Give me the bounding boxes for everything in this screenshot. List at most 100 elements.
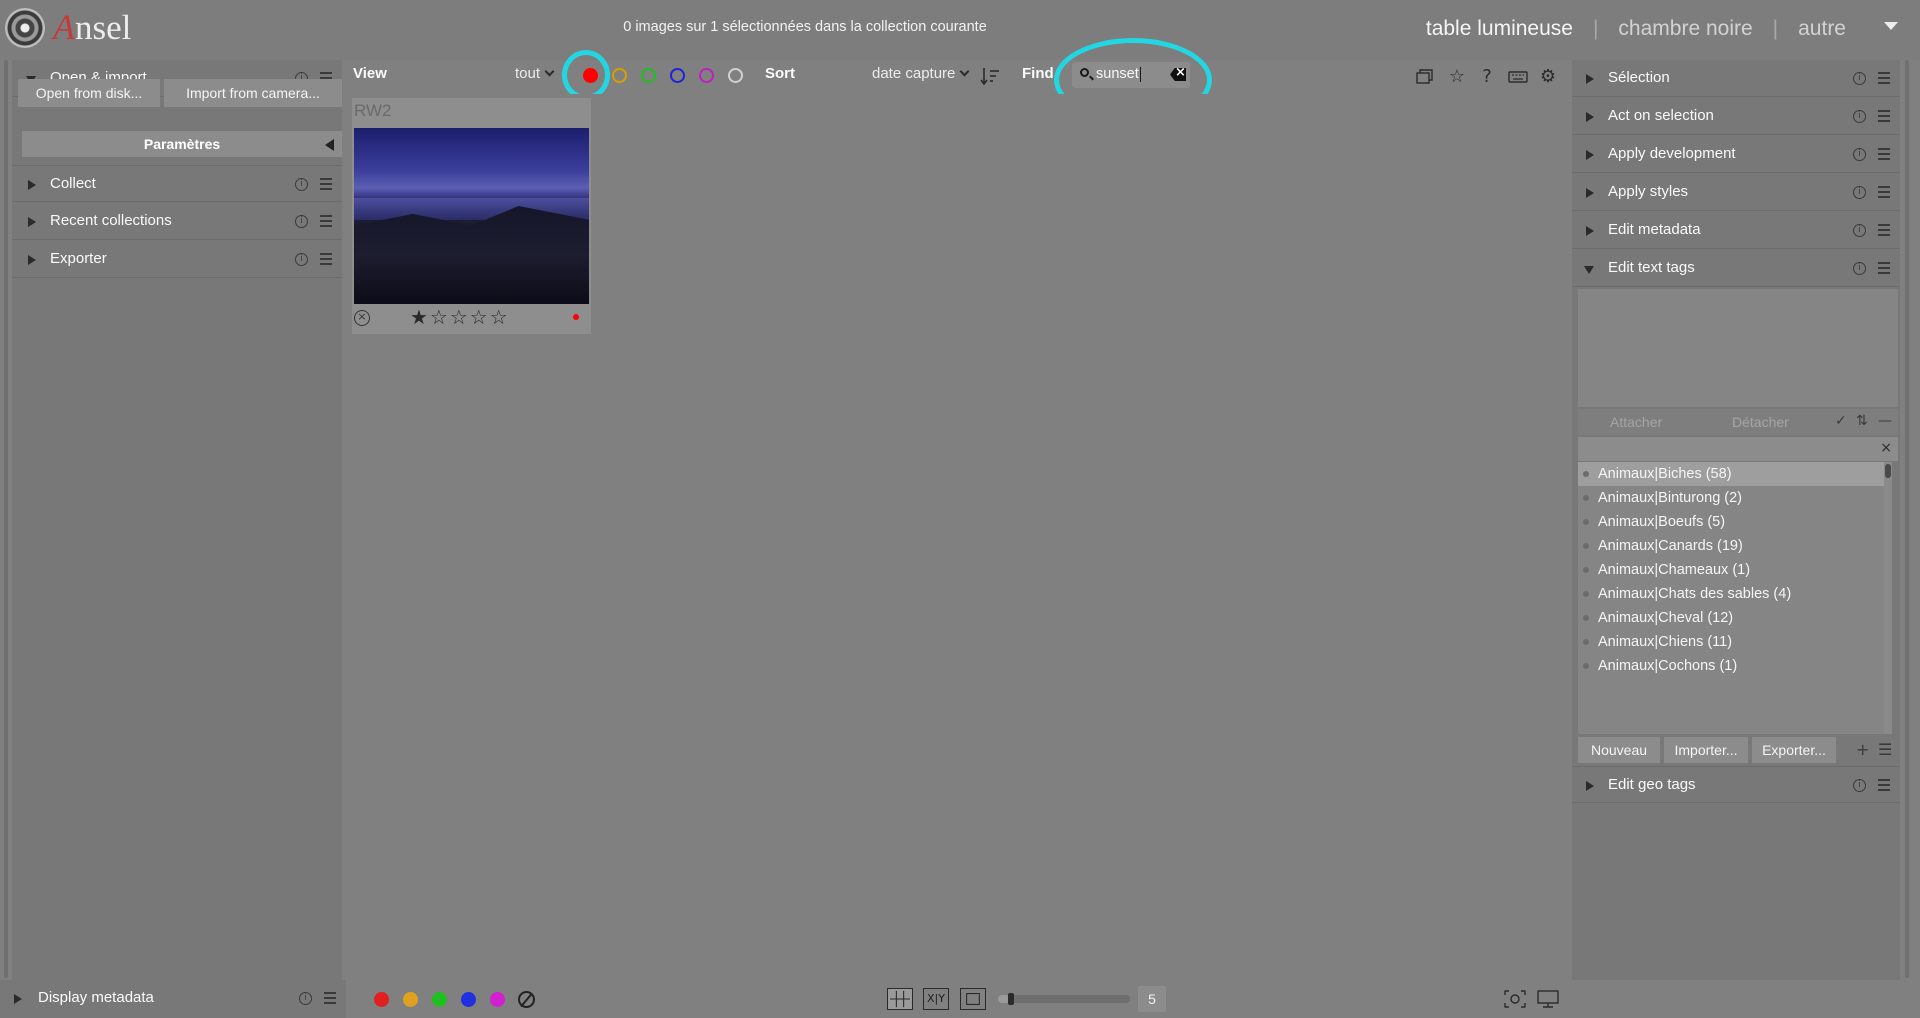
- list-item[interactable]: Animaux|Canards (19): [1578, 534, 1884, 558]
- thumbnail-image[interactable]: [354, 128, 589, 304]
- scrollbar-thumb[interactable]: [1885, 464, 1891, 478]
- info-icon[interactable]: i: [1853, 110, 1866, 123]
- chevron-down-icon[interactable]: [1884, 22, 1898, 30]
- module-edit-metadata[interactable]: Edit metadata i: [1572, 212, 1900, 249]
- hamburger-menu-icon[interactable]: [324, 992, 336, 1004]
- star-overlay-icon[interactable]: ☆: [1447, 67, 1467, 87]
- filemanager-layout-icon[interactable]: [887, 988, 913, 1010]
- reject-icon[interactable]: ×: [354, 310, 370, 326]
- color-label-green-button[interactable]: [432, 992, 447, 1007]
- zoom-slider[interactable]: [998, 993, 1130, 1005]
- attached-tags-list[interactable]: [1578, 289, 1898, 407]
- hamburger-menu-icon[interactable]: [1878, 186, 1890, 198]
- color-label-blue-button[interactable]: [461, 992, 476, 1007]
- view-darkroom[interactable]: chambre noire: [1618, 17, 1752, 41]
- module-display-metadata[interactable]: Display metadata i: [0, 980, 346, 1018]
- tree-view-icon[interactable]: ☰: [1878, 740, 1892, 759]
- culling-layout-icon[interactable]: X|Y: [923, 988, 949, 1010]
- focus-peaking-icon[interactable]: [1504, 990, 1526, 1008]
- color-filter-gray[interactable]: [728, 68, 743, 83]
- info-icon[interactable]: i: [295, 178, 308, 191]
- image-thumbnail[interactable]: RW2 × ★☆☆☆☆: [352, 98, 591, 334]
- module-recent-collections[interactable]: Recent collections i: [12, 203, 342, 240]
- info-icon[interactable]: i: [1853, 262, 1866, 275]
- left-panel-scrollbar[interactable]: [4, 60, 8, 978]
- info-icon[interactable]: i: [1853, 224, 1866, 237]
- clear-color-labels-icon[interactable]: [518, 991, 535, 1008]
- module-exporter[interactable]: Exporter i: [12, 241, 342, 278]
- plus-icon[interactable]: +: [1856, 740, 1869, 759]
- sort-toggle-icon[interactable]: ⇅: [1856, 413, 1868, 429]
- info-icon[interactable]: i: [1853, 72, 1866, 85]
- view-other[interactable]: autre: [1798, 17, 1846, 41]
- list-item[interactable]: Animaux|Binturong (2): [1578, 486, 1884, 510]
- module-edit-text-tags[interactable]: Edit text tags i: [1572, 250, 1900, 287]
- parametres-toggle[interactable]: Paramètres: [22, 131, 342, 157]
- color-filter-purple[interactable]: [699, 68, 714, 83]
- tag-list-scrollbar[interactable]: [1884, 462, 1892, 734]
- info-icon[interactable]: i: [1853, 186, 1866, 199]
- import-from-camera-button[interactable]: Import from camera...: [164, 79, 342, 107]
- info-icon[interactable]: i: [295, 215, 308, 228]
- hamburger-menu-icon[interactable]: [1878, 779, 1890, 791]
- hamburger-menu-icon[interactable]: [1878, 148, 1890, 160]
- hamburger-menu-icon[interactable]: [1878, 262, 1890, 274]
- color-label-red-button[interactable]: [374, 992, 389, 1007]
- list-item[interactable]: Animaux|Chiens (11): [1578, 630, 1884, 654]
- color-filter-blue[interactable]: [670, 68, 685, 83]
- module-apply-styles[interactable]: Apply styles i: [1572, 174, 1900, 211]
- help-icon[interactable]: ?: [1477, 67, 1497, 87]
- attach-button[interactable]: Attacher: [1610, 414, 1662, 430]
- detach-button[interactable]: Détacher: [1732, 414, 1789, 430]
- view-lighttable[interactable]: table lumineuse: [1426, 17, 1573, 41]
- grouping-icon[interactable]: [1415, 67, 1435, 87]
- info-icon[interactable]: i: [1853, 779, 1866, 792]
- keyboard-shortcuts-icon[interactable]: [1508, 67, 1528, 87]
- view-filter-dropdown[interactable]: tout: [515, 65, 555, 82]
- hamburger-menu-icon[interactable]: [320, 215, 332, 227]
- color-label-purple-button[interactable]: [490, 992, 505, 1007]
- preview-layout-icon[interactable]: [960, 988, 986, 1010]
- list-item[interactable]: Animaux|Cochons (1): [1578, 654, 1884, 678]
- list-item[interactable]: Animaux|Chameaux (1): [1578, 558, 1884, 582]
- display-monitor-icon[interactable]: [1537, 990, 1559, 1008]
- sort-order-icon[interactable]: [980, 67, 1000, 85]
- minus-icon[interactable]: —: [1878, 413, 1892, 429]
- hamburger-menu-icon[interactable]: [320, 178, 332, 190]
- new-tag-button[interactable]: Nouveau: [1578, 737, 1660, 763]
- module-apply-development[interactable]: Apply development i: [1572, 136, 1900, 173]
- zoom-value-field[interactable]: 5: [1138, 986, 1166, 1012]
- color-label-yellow-button[interactable]: [403, 992, 418, 1007]
- list-item[interactable]: Animaux|Chats des sables (4): [1578, 582, 1884, 606]
- hamburger-menu-icon[interactable]: [1878, 110, 1890, 122]
- module-selection[interactable]: Sélection i: [1572, 60, 1900, 97]
- info-icon[interactable]: i: [299, 992, 312, 1005]
- tag-dictionary-list[interactable]: Animaux|Biches (58) Animaux|Binturong (2…: [1578, 462, 1884, 734]
- import-tags-button[interactable]: Importer...: [1664, 737, 1748, 763]
- module-edit-geo-tags[interactable]: Edit geo tags i: [1572, 766, 1900, 803]
- right-panel-scrollbar[interactable]: [1905, 60, 1909, 978]
- hamburger-menu-icon[interactable]: [1878, 224, 1890, 236]
- open-from-disk-button[interactable]: Open from disk...: [18, 79, 160, 107]
- info-icon[interactable]: i: [1853, 148, 1866, 161]
- sort-dropdown[interactable]: date capture: [872, 65, 970, 82]
- export-tags-button[interactable]: Exporter...: [1752, 737, 1836, 763]
- gear-icon[interactable]: ⚙: [1538, 67, 1558, 87]
- star-rating[interactable]: ★☆☆☆☆: [410, 305, 510, 329]
- checkmark-icon[interactable]: ✓: [1835, 413, 1847, 429]
- color-filter-yellow[interactable]: [612, 68, 627, 83]
- module-collect[interactable]: Collect i: [12, 165, 342, 202]
- hamburger-menu-icon[interactable]: [320, 253, 332, 265]
- color-filter-green[interactable]: [641, 68, 656, 83]
- tag-entry-field[interactable]: ×: [1578, 437, 1898, 461]
- clear-entry-icon[interactable]: ×: [1880, 440, 1892, 456]
- display-metadata-header[interactable]: Display metadata i: [0, 980, 346, 1017]
- list-item[interactable]: Animaux|Boeufs (5): [1578, 510, 1884, 534]
- info-icon[interactable]: i: [295, 253, 308, 266]
- tag-label: Animaux|Biches (58): [1598, 466, 1732, 482]
- list-item[interactable]: Animaux|Biches (58): [1578, 462, 1884, 486]
- zoom-slider-handle[interactable]: [1008, 993, 1015, 1005]
- module-act-on-selection[interactable]: Act on selection i: [1572, 98, 1900, 135]
- list-item[interactable]: Animaux|Cheval (12): [1578, 606, 1884, 630]
- hamburger-menu-icon[interactable]: [1878, 72, 1890, 84]
